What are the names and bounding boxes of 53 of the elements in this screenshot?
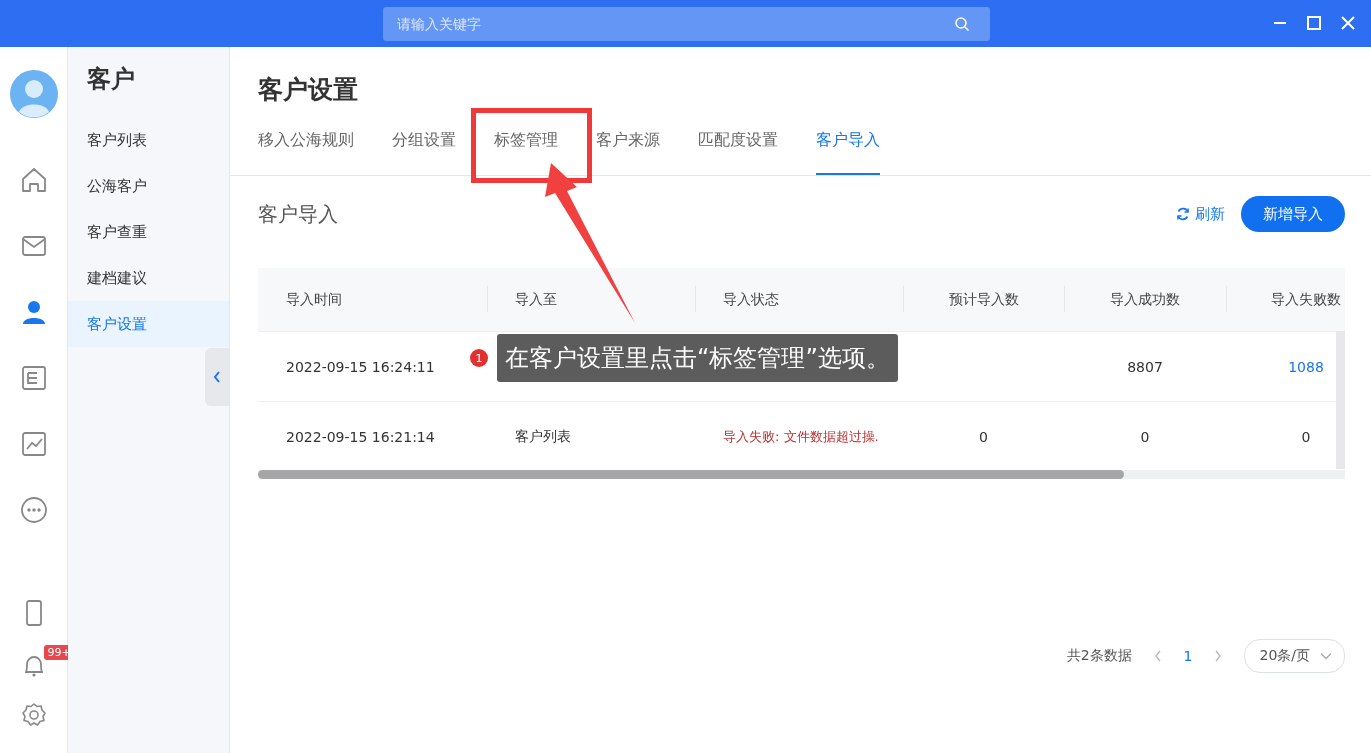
chevron-left-icon [213, 371, 221, 383]
search-field[interactable]: 请输入关键字 [383, 7, 990, 41]
tab[interactable]: 客户来源 [596, 129, 660, 151]
failed-count-link[interactable]: 1088 [1288, 358, 1324, 375]
annotation-callout: 在客户设置里点击“标签管理”选项。 [497, 334, 898, 382]
table-cell: 8807 [1127, 358, 1163, 375]
column-header: 导入成功数 [1110, 290, 1180, 309]
page-size-select[interactable]: 20条/页 [1244, 639, 1345, 673]
tab[interactable]: 分组设置 [392, 129, 456, 151]
step-badge: 1 [470, 349, 488, 367]
table-cell: 0 [979, 428, 988, 445]
column-header: 导入失败数 [1271, 290, 1341, 309]
page-number[interactable]: 1 [1183, 648, 1193, 664]
refresh-icon [1176, 207, 1190, 221]
sidebar-item[interactable]: 客户设置 [68, 301, 229, 347]
table-cell: 0 [1301, 428, 1311, 445]
scrollbar[interactable] [258, 470, 1345, 479]
column-header: 导入状态 [723, 290, 779, 309]
table-cell: 2022-09-15 16:21:14 [286, 428, 435, 445]
column-header: 导入时间 [286, 290, 342, 309]
table-cell: 2022-09-15 16:24:11 [286, 358, 435, 375]
refresh-button[interactable]: 刷新 [1170, 203, 1231, 225]
tab[interactable]: 移入公海规则 [258, 129, 354, 151]
column-header: 预计导入数 [948, 290, 1019, 309]
tab[interactable]: 标签管理 [494, 129, 558, 151]
table-cell: 0 [1140, 428, 1150, 445]
sidebar-item[interactable]: 建档建议 [68, 255, 229, 301]
table-cell: 客户列表 [515, 427, 571, 446]
chevron-down-icon [1320, 652, 1332, 660]
settings-icon[interactable] [19, 701, 48, 729]
close-icon[interactable] [1341, 16, 1355, 30]
section-title: 客户导入 [258, 200, 338, 228]
chevron-right-icon[interactable] [1214, 650, 1223, 662]
scroll-thumb[interactable] [258, 470, 1124, 479]
chart-icon[interactable] [19, 430, 48, 458]
search-icon [954, 16, 970, 32]
total-count: 共2条数据 [1066, 647, 1132, 665]
tab[interactable]: 匹配度设置 [698, 129, 778, 151]
more-icon[interactable] [19, 496, 48, 524]
column-header: 导入至 [515, 290, 557, 309]
chevron-left-icon[interactable] [1153, 650, 1162, 662]
sidebar-title: 客户 [86, 64, 136, 95]
page-title: 客户设置 [258, 74, 359, 106]
home-icon[interactable] [19, 166, 48, 194]
sidebar-item[interactable]: 客户查重 [68, 209, 229, 255]
sidebar-item[interactable]: 公海客户 [68, 163, 229, 209]
collapse-handle[interactable] [205, 348, 229, 406]
error-status: 导入失败: 文件数据超过操. [723, 427, 879, 446]
maximize-icon[interactable] [1307, 16, 1321, 30]
avatar[interactable] [9, 70, 58, 118]
sidebar-item[interactable]: 客户列表 [68, 117, 229, 163]
add-import-button[interactable]: 新增导入 [1241, 196, 1345, 232]
tab[interactable]: 客户导入 [816, 129, 880, 175]
